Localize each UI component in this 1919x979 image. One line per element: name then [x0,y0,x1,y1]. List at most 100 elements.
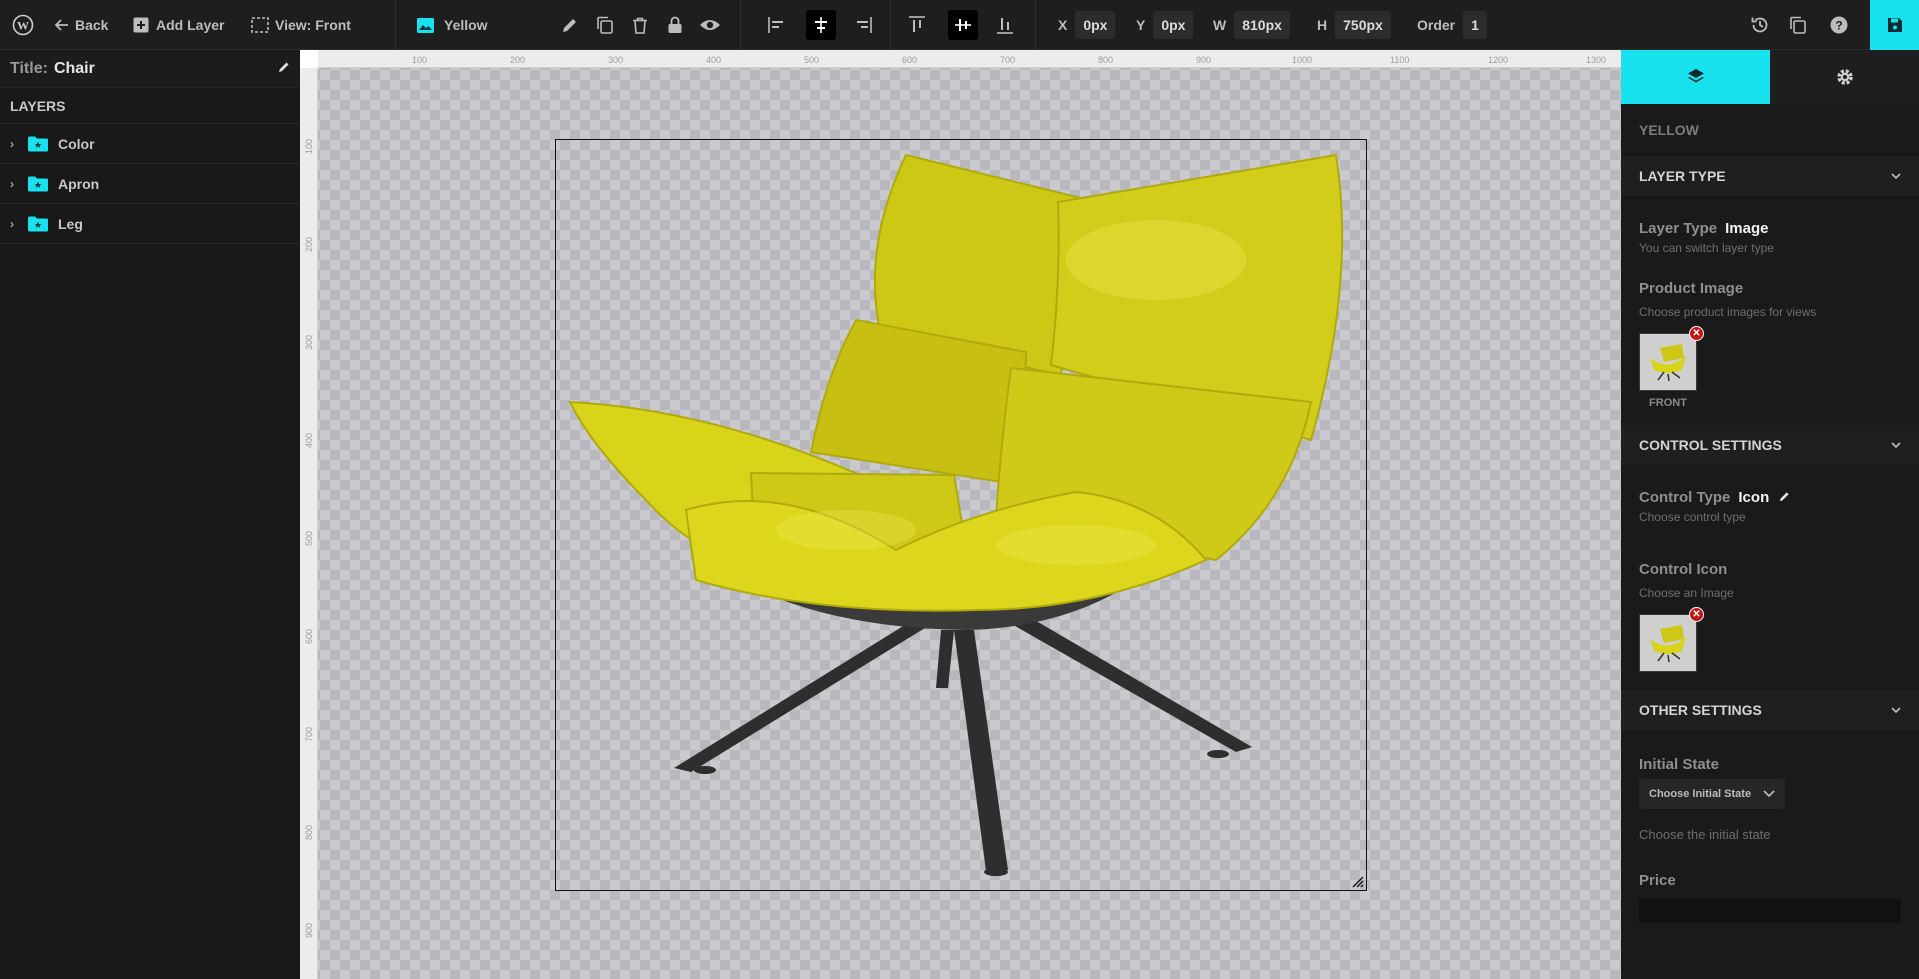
copy-icon [597,16,613,34]
tab-settings[interactable] [1770,50,1919,104]
layer-label: Apron [58,175,100,192]
section-layer-type[interactable]: LAYER TYPE [1621,156,1919,196]
pencil-icon[interactable] [1779,491,1790,502]
x-position-field[interactable]: X 0px [1058,0,1116,50]
ruler-tick: 500 [804,55,820,65]
ruler-tick: 800 [1098,55,1114,65]
align-left-button[interactable] [768,0,786,50]
align-bottom-icon [997,18,1013,34]
edit-layer-button[interactable] [561,0,578,50]
x-input[interactable]: 0px [1075,11,1116,39]
history-button[interactable] [1750,0,1770,50]
left-sidebar: Title: Chair LAYERS › Color › Apron › Le… [0,50,300,979]
control-icon-thumbnail[interactable]: ✕ [1639,607,1704,672]
lock-layer-button[interactable] [667,0,683,50]
h-label: H [1317,17,1328,33]
ruler-tick: 300 [608,55,624,65]
add-layer-button[interactable]: Add Layer [133,0,224,50]
layer-label: Leg [58,215,83,232]
ruler-tick: 1200 [1488,55,1509,65]
thumbnail-caption: FRONT [1649,397,1687,409]
align-top-button[interactable] [909,0,925,50]
y-position-field[interactable]: Y 0px [1136,0,1194,50]
tab-layers[interactable] [1621,50,1770,104]
toolbar-divider [395,0,396,50]
ruler-tick: 200 [304,236,314,252]
y-input[interactable]: 0px [1153,11,1194,39]
duplicate-product-button[interactable] [1789,0,1807,50]
chevron-down-icon [1763,790,1775,798]
product-image-label: Product Image [1639,280,1744,297]
order-field[interactable]: Order 1 [1417,0,1487,50]
help-icon: ? [1830,16,1848,34]
align-top-icon [909,16,925,32]
layer-item-color[interactable]: › Color [0,124,300,164]
view-selector[interactable]: View: Front [251,0,351,50]
product-image-field: Product Image Choose product images for … [1621,280,1919,409]
delete-layer-button[interactable] [632,0,648,50]
back-button[interactable]: Back [55,0,108,50]
layer-item-leg[interactable]: › Leg [0,204,300,244]
height-field[interactable]: H 750px [1317,0,1391,50]
save-button[interactable] [1870,0,1919,50]
section-control-settings[interactable]: CONTROL SETTINGS [1621,425,1919,465]
duplicate-layer-button[interactable] [596,0,614,50]
arrow-left-icon [55,19,68,31]
ruler-tick: 500 [304,530,314,546]
design-canvas[interactable]: 100 200 300 400 500 600 700 800 900 1000… [300,50,1621,979]
layer-type-field: Layer Type Image You can switch layer typ… [1621,220,1919,255]
layer-type-value[interactable]: Image [1725,220,1768,237]
edit-title-button[interactable] [278,60,290,78]
align-center-icon [815,17,827,33]
folder-icon [28,176,48,191]
ruler-tick: 900 [304,922,314,938]
order-input[interactable]: 1 [1463,11,1487,39]
control-icon-desc: Choose an Image [1639,586,1734,600]
view-frame-icon [251,17,269,33]
eye-icon [700,20,720,30]
wordpress-icon[interactable]: W [12,0,34,50]
current-layer-indicator[interactable]: Yellow [417,0,488,50]
initial-state-label: Initial State [1639,756,1720,773]
align-right-icon [857,17,872,33]
remove-icon-button[interactable]: ✕ [1689,607,1704,622]
w-label: W [1213,17,1227,33]
resize-handle-icon[interactable] [1352,876,1364,888]
initial-state-select[interactable]: Choose Initial State [1639,779,1786,809]
price-field: Price [1621,872,1919,889]
width-field[interactable]: W 810px [1213,0,1290,50]
help-button[interactable]: ? [1830,0,1848,50]
control-type-value[interactable]: Icon [1738,489,1769,506]
align-left-icon [768,17,783,33]
align-right-button[interactable] [854,0,872,50]
selected-layer-name: YELLOW [1639,122,1699,138]
w-input[interactable]: 810px [1234,11,1290,39]
ruler-tick: 100 [304,138,314,154]
save-icon [1887,18,1902,32]
price-input[interactable] [1639,899,1901,923]
svg-text:?: ? [1835,19,1842,33]
vertical-ruler: 100 200 300 400 500 600 700 800 900 [300,50,318,979]
product-image-thumbnail[interactable]: ✕ [1639,326,1704,391]
ruler-tick: 1000 [1292,55,1313,65]
layer-item-apron[interactable]: › Apron [0,164,300,204]
visibility-button[interactable] [699,0,721,50]
align-center-h-button[interactable] [806,0,836,50]
lock-icon [668,16,682,33]
layers-header: LAYERS [0,88,300,124]
remove-image-button[interactable]: ✕ [1689,326,1704,341]
layer-bounding-box[interactable] [555,139,1367,891]
top-toolbar: W Back Add Layer View: Front Yellow X 0p… [0,0,1919,50]
ruler-tick: 400 [706,55,722,65]
h-input[interactable]: 750px [1335,11,1391,39]
ruler-corner [300,50,318,68]
control-type-desc: Choose control type [1639,510,1746,524]
chair-thumbnail [1650,625,1686,663]
chevron-down-icon [1891,706,1901,713]
layer-type-desc: You can switch layer type [1639,241,1774,255]
ruler-tick: 600 [902,55,918,65]
align-middle-icon [955,19,971,31]
section-other-settings[interactable]: OTHER SETTINGS [1621,690,1919,730]
align-middle-button[interactable] [948,0,978,50]
align-bottom-button[interactable] [997,0,1013,50]
